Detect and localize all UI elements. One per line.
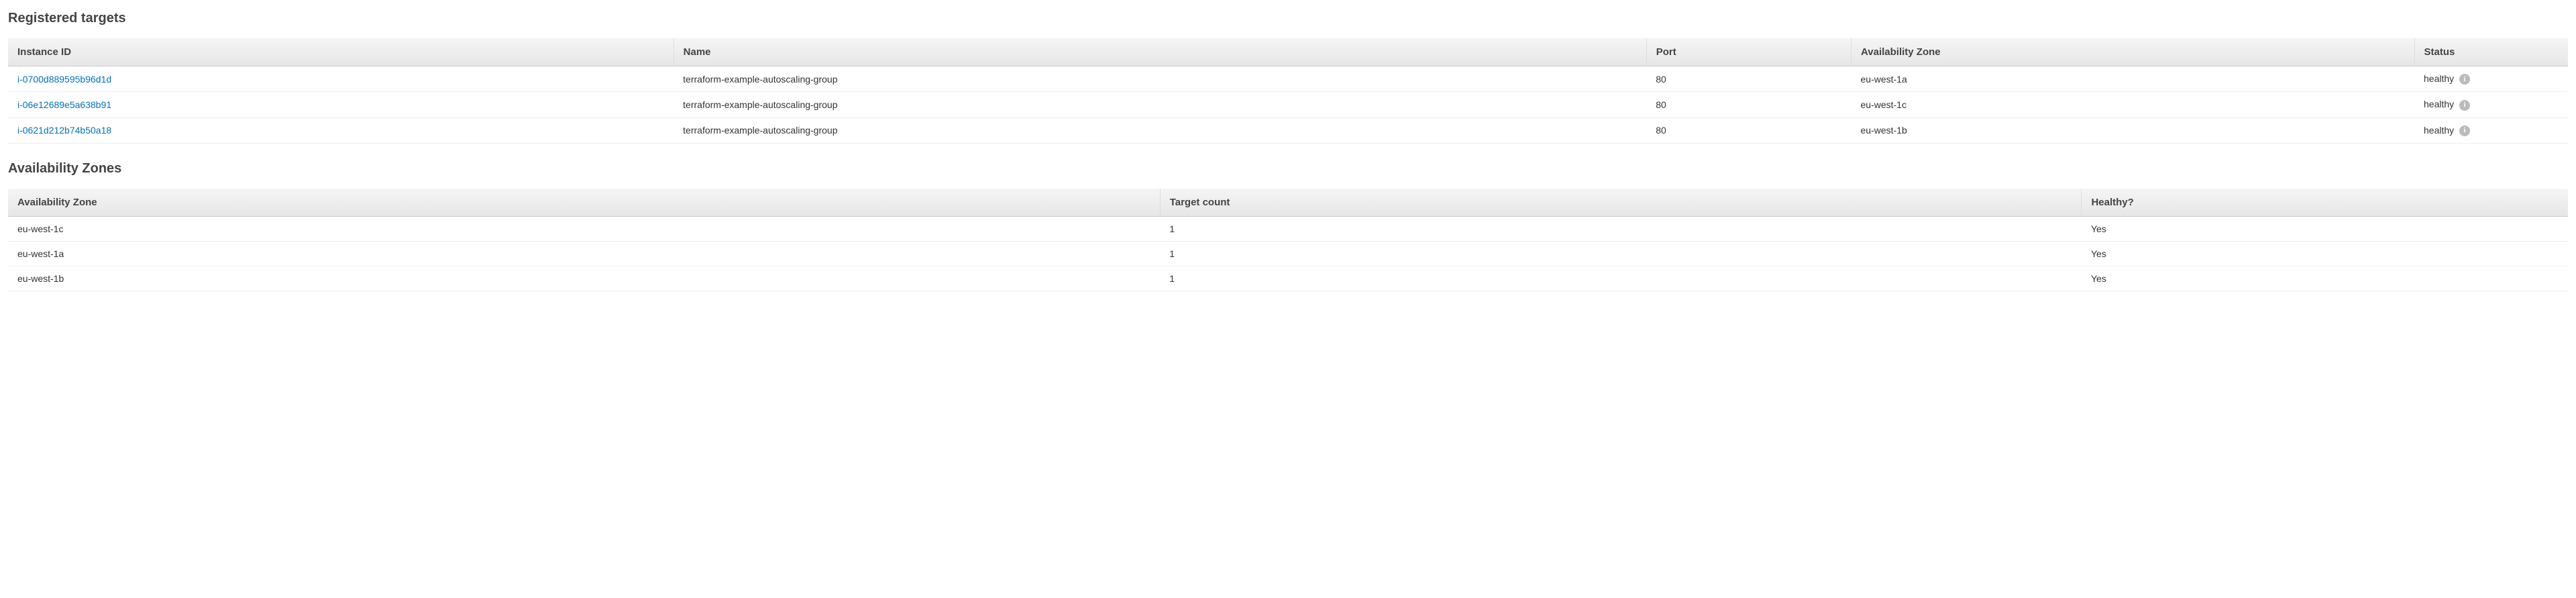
table-row: eu-west-1b 1 Yes	[8, 266, 2568, 291]
table-row: i-06e12689e5a638b91 terraform-example-au…	[8, 92, 2568, 117]
cell-status: healthy i	[2414, 66, 2568, 92]
cell-port: 80	[1646, 92, 1851, 117]
cell-healthy: Yes	[2082, 266, 2568, 291]
cell-name: terraform-example-autoscaling-group	[674, 92, 1646, 117]
col-healthy[interactable]: Healthy?	[2082, 189, 2568, 217]
col-name[interactable]: Name	[674, 38, 1646, 66]
cell-az: eu-west-1a	[8, 241, 1160, 266]
cell-port: 80	[1646, 66, 1851, 92]
table-row: eu-west-1a 1 Yes	[8, 241, 2568, 266]
cell-count: 1	[1160, 266, 2082, 291]
registered-targets-heading: Registered targets	[8, 11, 2568, 26]
status-text: healthy	[2424, 99, 2454, 109]
instance-id-link[interactable]: i-0621d212b74b50a18	[17, 125, 111, 136]
table-row: i-0700d889595b96d1d terraform-example-au…	[8, 66, 2568, 92]
table-header-row: Instance ID Name Port Availability Zone …	[8, 38, 2568, 66]
cell-healthy: Yes	[2082, 241, 2568, 266]
col-availability-zone[interactable]: Availability Zone	[1851, 38, 2415, 66]
info-icon[interactable]: i	[2459, 74, 2470, 85]
status-text: healthy	[2424, 125, 2454, 136]
info-icon[interactable]: i	[2459, 100, 2470, 111]
instance-id-link[interactable]: i-0700d889595b96d1d	[17, 74, 111, 85]
status-text: healthy	[2424, 73, 2454, 84]
col-instance-id[interactable]: Instance ID	[8, 38, 674, 66]
instance-id-link[interactable]: i-06e12689e5a638b91	[17, 99, 111, 110]
cell-name: terraform-example-autoscaling-group	[674, 66, 1646, 92]
cell-healthy: Yes	[2082, 216, 2568, 241]
table-header-row: Availability Zone Target count Healthy?	[8, 189, 2568, 217]
availability-zones-table: Availability Zone Target count Healthy? …	[8, 189, 2568, 291]
cell-port: 80	[1646, 117, 1851, 143]
cell-az: eu-west-1a	[1851, 66, 2415, 92]
col-status[interactable]: Status	[2414, 38, 2568, 66]
cell-status: healthy i	[2414, 117, 2568, 143]
cell-az: eu-west-1b	[8, 266, 1160, 291]
cell-status: healthy i	[2414, 92, 2568, 117]
cell-az: eu-west-1c	[1851, 92, 2415, 117]
table-row: i-0621d212b74b50a18 terraform-example-au…	[8, 117, 2568, 143]
cell-az: eu-west-1b	[1851, 117, 2415, 143]
col-port[interactable]: Port	[1646, 38, 1851, 66]
table-row: eu-west-1c 1 Yes	[8, 216, 2568, 241]
cell-name: terraform-example-autoscaling-group	[674, 117, 1646, 143]
info-icon[interactable]: i	[2459, 126, 2470, 136]
col-target-count[interactable]: Target count	[1160, 189, 2082, 217]
registered-targets-table: Instance ID Name Port Availability Zone …	[8, 38, 2568, 144]
availability-zones-heading: Availability Zones	[8, 161, 2568, 177]
cell-count: 1	[1160, 216, 2082, 241]
cell-count: 1	[1160, 241, 2082, 266]
col-availability-zone[interactable]: Availability Zone	[8, 189, 1160, 217]
cell-az: eu-west-1c	[8, 216, 1160, 241]
